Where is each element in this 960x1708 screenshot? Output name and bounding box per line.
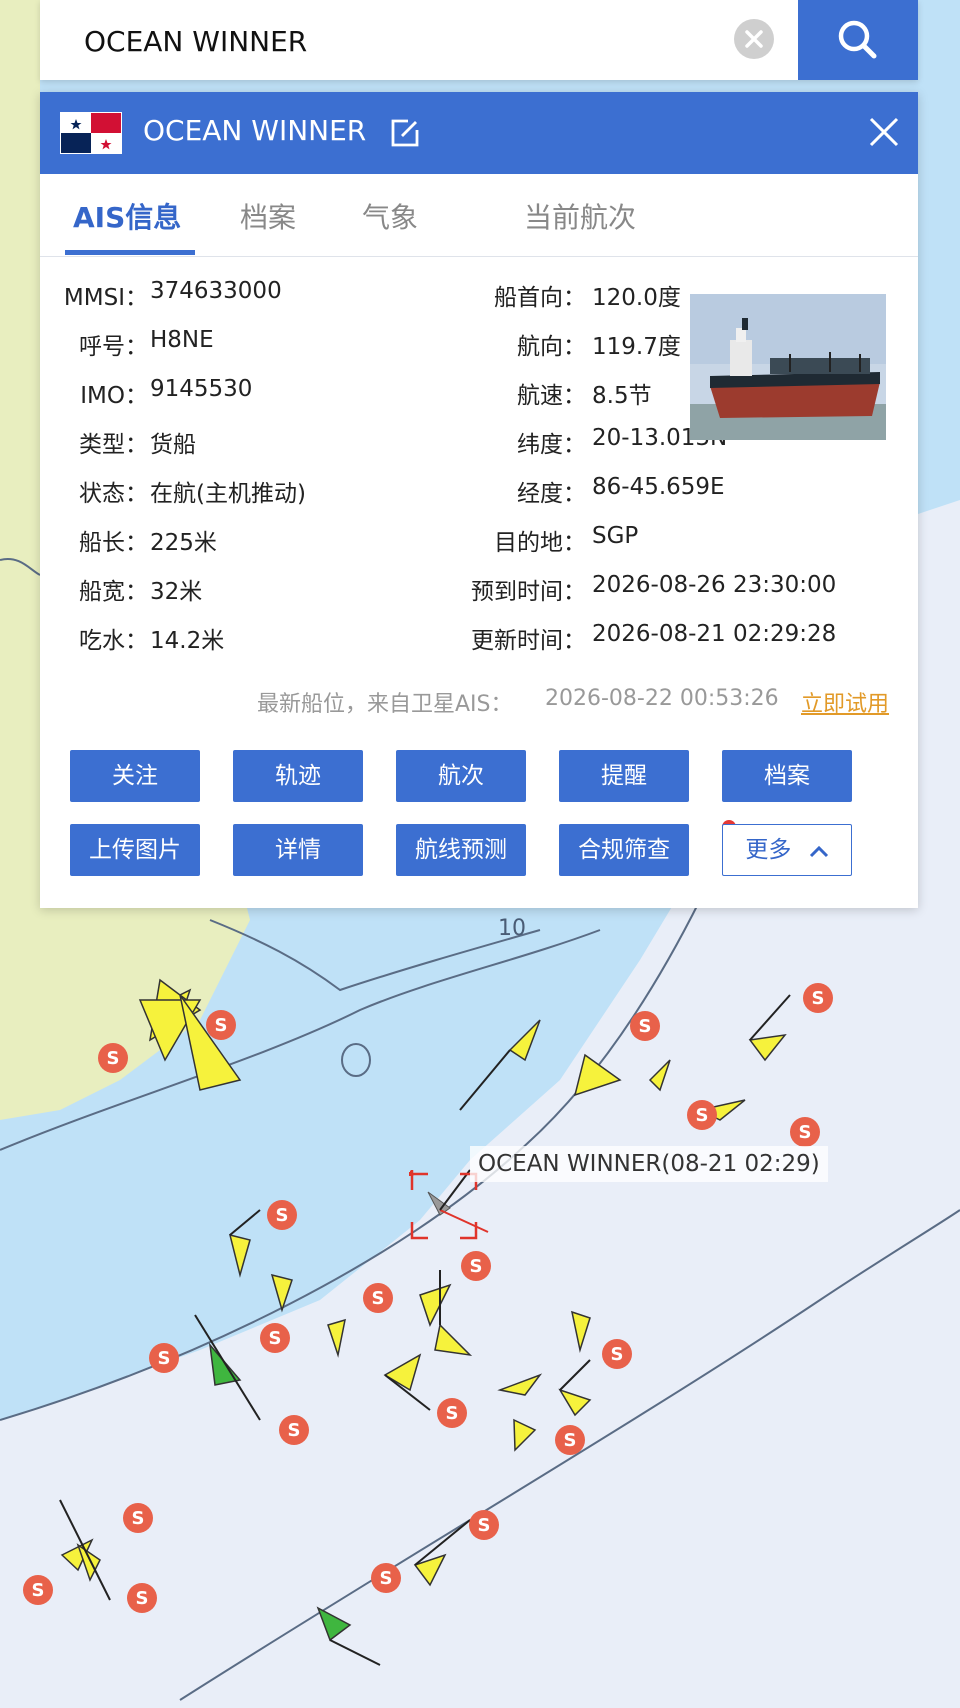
search-button[interactable]	[798, 0, 918, 80]
svg-text:S: S	[107, 1048, 120, 1069]
field-label: IMO：	[80, 383, 148, 409]
ship-photo[interactable]	[690, 294, 886, 440]
latest-position-time: 2026-08-22 00:53:26	[545, 686, 779, 711]
tab-bar: AIS信息 档案 气象 当前航次	[40, 174, 918, 257]
edit-icon[interactable]	[388, 116, 422, 150]
field-value: 32米	[150, 579, 203, 605]
field-label: 纬度：	[517, 432, 586, 458]
svg-text:S: S	[32, 1580, 45, 1601]
field-label: 船宽：	[79, 579, 148, 605]
tab-ais-info[interactable]: AIS信息	[73, 196, 181, 236]
active-tab-indicator	[65, 250, 195, 255]
reminder-button[interactable]: 提醒	[559, 750, 689, 802]
svg-text:S: S	[288, 1420, 301, 1441]
field-value: 86-45.659E	[592, 474, 725, 500]
selected-vessel-label[interactable]: OCEAN WINNER(08-21 02:29)	[470, 1146, 828, 1182]
follow-button[interactable]: 关注	[70, 750, 200, 802]
search-icon	[838, 20, 877, 59]
latest-position-label: 最新船位，来自卫星AIS：	[257, 692, 513, 717]
field-label: 船长：	[79, 530, 148, 556]
more-button-label: 更多	[745, 837, 792, 863]
close-icon	[745, 30, 763, 48]
field-value: 2026-08-26 23:30:00	[592, 572, 837, 598]
tab-archive[interactable]: 档案	[240, 196, 296, 236]
svg-text:S: S	[132, 1508, 145, 1529]
panel-header: OCEAN WINNER	[40, 92, 918, 174]
search-bar	[40, 0, 918, 80]
field-value: 9145530	[150, 376, 253, 402]
field-value: 14.2米	[150, 628, 225, 654]
route-prediction-button[interactable]: 航线预测	[396, 824, 526, 876]
field-label: MMSI：	[63, 285, 148, 311]
chevron-up-icon	[809, 845, 828, 857]
field-label: 类型：	[79, 432, 148, 458]
field-value: 119.7度	[592, 334, 681, 360]
vessel-info-panel: OCEAN WINNER AIS信息 档案 气象 当前航次 MMSI： 3746…	[40, 92, 918, 908]
svg-text:S: S	[380, 1568, 393, 1589]
field-value: 2026-08-21 02:29:28	[592, 621, 837, 647]
field-label: 更新时间：	[471, 628, 586, 654]
svg-text:S: S	[470, 1256, 483, 1277]
field-value: SGP	[592, 523, 639, 549]
field-label: 经度：	[517, 481, 586, 507]
field-value: 8.5节	[592, 383, 652, 409]
details-button[interactable]: 详情	[233, 824, 363, 876]
field-label: 目的地：	[494, 530, 586, 556]
tab-current-voyage[interactable]: 当前航次	[524, 196, 636, 236]
svg-text:S: S	[611, 1344, 624, 1365]
field-value: 120.0度	[592, 285, 681, 311]
field-label: 吃水：	[79, 628, 148, 654]
field-label: 状态：	[79, 481, 148, 507]
svg-text:S: S	[269, 1328, 282, 1349]
field-value: 374633000	[150, 278, 282, 304]
search-input[interactable]	[82, 18, 706, 64]
svg-text:S: S	[799, 1122, 812, 1143]
compliance-screening-button[interactable]: 合规筛查	[559, 824, 689, 876]
panama-flag-icon	[60, 112, 122, 154]
field-value: 货船	[150, 432, 196, 458]
svg-text:S: S	[372, 1288, 385, 1309]
more-button[interactable]: 更多	[722, 824, 852, 876]
field-value: 在航(主机推动)	[150, 481, 306, 507]
field-value: 225米	[150, 530, 217, 556]
field-label: 预到时间：	[471, 579, 586, 605]
svg-text:S: S	[158, 1348, 171, 1369]
tab-weather[interactable]: 气象	[362, 196, 418, 236]
svg-text:S: S	[564, 1430, 577, 1451]
field-label: 航速：	[517, 383, 586, 409]
voyage-button[interactable]: 航次	[396, 750, 526, 802]
try-now-link[interactable]: 立即试用	[801, 686, 889, 718]
field-label: 呼号：	[79, 334, 148, 360]
svg-text:S: S	[812, 988, 825, 1009]
svg-text:S: S	[639, 1016, 652, 1037]
svg-text:S: S	[215, 1015, 228, 1036]
track-button[interactable]: 轨迹	[233, 750, 363, 802]
panel-title: OCEAN WINNER	[143, 114, 367, 147]
archive-button[interactable]: 档案	[722, 750, 852, 802]
depth-label: 10	[498, 916, 526, 941]
field-label: 船首向：	[494, 285, 586, 311]
field-value: H8NE	[150, 327, 214, 353]
clear-button[interactable]	[734, 19, 774, 59]
svg-text:S: S	[276, 1205, 289, 1226]
upload-image-button[interactable]: 上传图片	[70, 824, 200, 876]
svg-text:S: S	[478, 1515, 491, 1536]
close-icon[interactable]	[866, 114, 902, 150]
svg-text:S: S	[136, 1588, 149, 1609]
svg-text:S: S	[696, 1105, 709, 1126]
field-label: 航向：	[517, 334, 586, 360]
svg-text:S: S	[446, 1403, 459, 1424]
